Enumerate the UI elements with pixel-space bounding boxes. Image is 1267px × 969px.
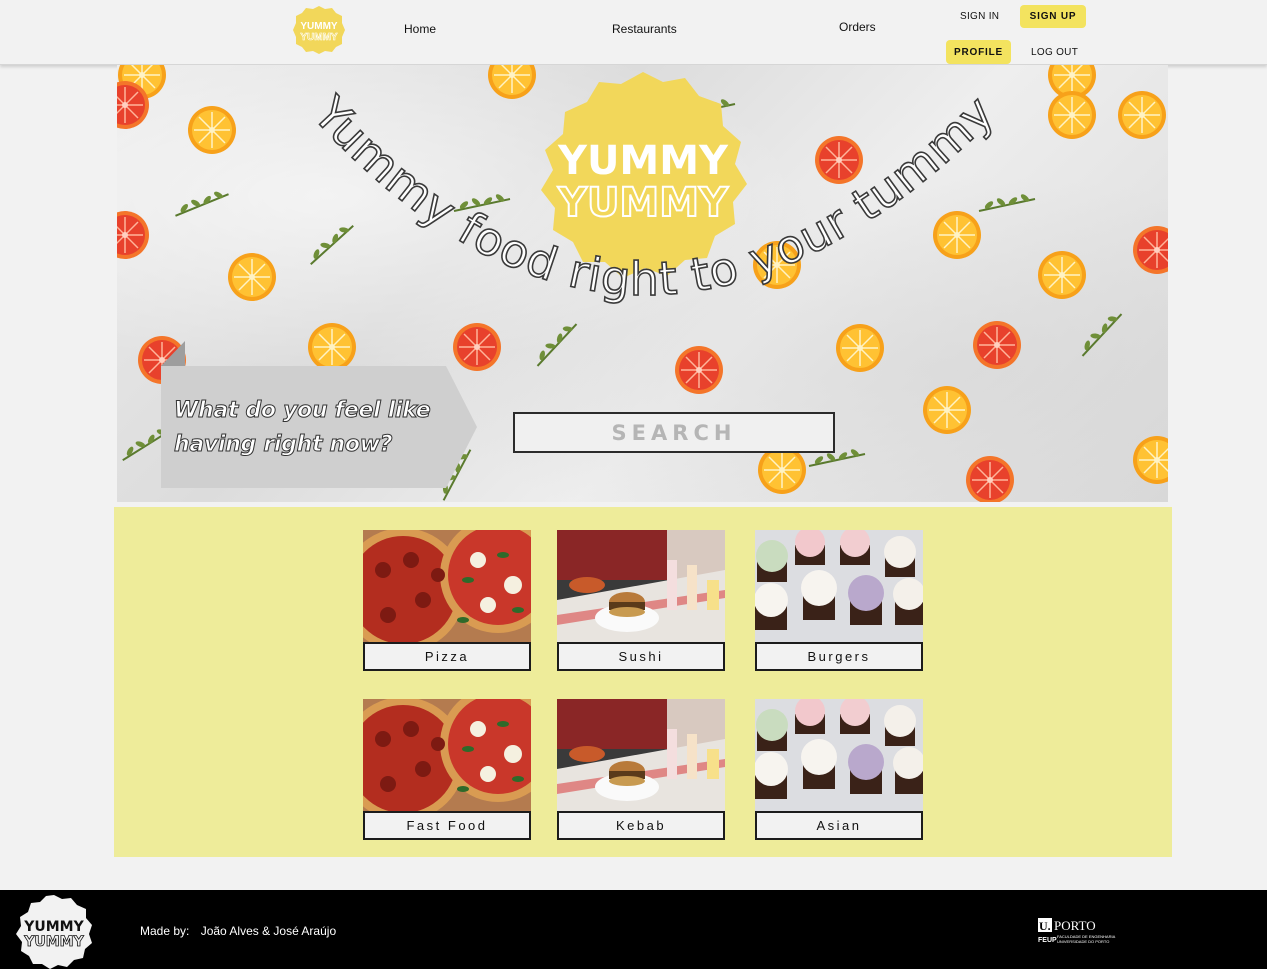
yummy-footer-logo-icon: YUMMY YUMMY <box>16 895 92 969</box>
logo-text-line2: YUMMY <box>300 32 338 43</box>
nav-home-link[interactable]: Home <box>404 22 436 36</box>
sign-up-button[interactable]: SIGN UP <box>1020 5 1086 28</box>
feup-label: FEUP <box>1038 937 1057 944</box>
category-label: Pizza <box>363 642 531 671</box>
pizza-photo-icon <box>363 530 531 642</box>
category-card-kebab[interactable]: Kebab <box>557 699 725 840</box>
yummy-big-logo-icon: YUMMY YUMMY <box>541 72 747 278</box>
footer: YUMMY YUMMY Made by: João Alves & José A… <box>0 890 1267 969</box>
uporto-word: PORTO <box>1054 918 1096 933</box>
category-label: Sushi <box>557 642 725 671</box>
sign-in-link[interactable]: SIGN IN <box>960 11 999 22</box>
footer-logo-line2: YUMMY <box>23 934 84 950</box>
hero-banner: YUMMY YUMMY Yummy food right to your tum… <box>117 65 1168 502</box>
nav-restaurants-link[interactable]: Restaurants <box>612 22 677 36</box>
yummy-logo-icon[interactable]: YUMMY YUMMY <box>293 5 345 55</box>
made-by-label: Made by: <box>140 924 190 938</box>
category-card-burgers[interactable]: Burgers <box>755 530 923 671</box>
category-card-fast-food[interactable]: Fast Food <box>363 699 531 840</box>
uporto-letter: U. <box>1039 919 1051 933</box>
category-label: Kebab <box>557 811 725 840</box>
profile-button[interactable]: PROFILE <box>946 40 1011 64</box>
credits: Made by: João Alves & José Araújo <box>140 924 344 938</box>
footer-logo-line1: YUMMY <box>23 919 84 935</box>
pizza-photo-icon <box>363 699 531 811</box>
top-navbar: YUMMY YUMMY Home Restaurants Orders SIGN… <box>0 0 1267 65</box>
category-label: Fast Food <box>363 811 531 840</box>
category-card-sushi[interactable]: Sushi <box>557 530 725 671</box>
prompt-text: What do you feel like having right now? <box>174 394 474 462</box>
prompt-line2: having right now? <box>174 432 394 458</box>
big-logo-line1: YUMMY <box>557 138 729 184</box>
cupcakes-photo-icon <box>755 699 923 811</box>
diner-burger-photo-icon <box>557 530 725 642</box>
uporto-feup-logo-icon: U. PORTO FEUP FACULDADE DE ENGENHARIA UN… <box>1038 918 1116 944</box>
category-card-pizza[interactable]: Pizza <box>363 530 531 671</box>
big-logo-line2: YUMMY <box>557 180 729 226</box>
logo-text-line1: YUMMY <box>300 21 338 32</box>
category-card-asian[interactable]: Asian <box>755 699 923 840</box>
category-label: Asian <box>755 811 923 840</box>
category-grid: Pizza Sushi Burgers Fast Food Kebab Asia… <box>114 507 1172 857</box>
search-input[interactable] <box>513 412 835 453</box>
category-label: Burgers <box>755 642 923 671</box>
authors-text: João Alves & José Araújo <box>200 924 337 938</box>
feup-line2: UNIVERSIDADE DO PORTO <box>1057 939 1109 944</box>
prompt-line1: What do you feel like <box>174 398 432 424</box>
diner-burger-photo-icon <box>557 699 725 811</box>
cupcakes-photo-icon <box>755 530 923 642</box>
log-out-link[interactable]: LOG OUT <box>1031 47 1078 58</box>
nav-orders-link[interactable]: Orders <box>839 20 876 34</box>
